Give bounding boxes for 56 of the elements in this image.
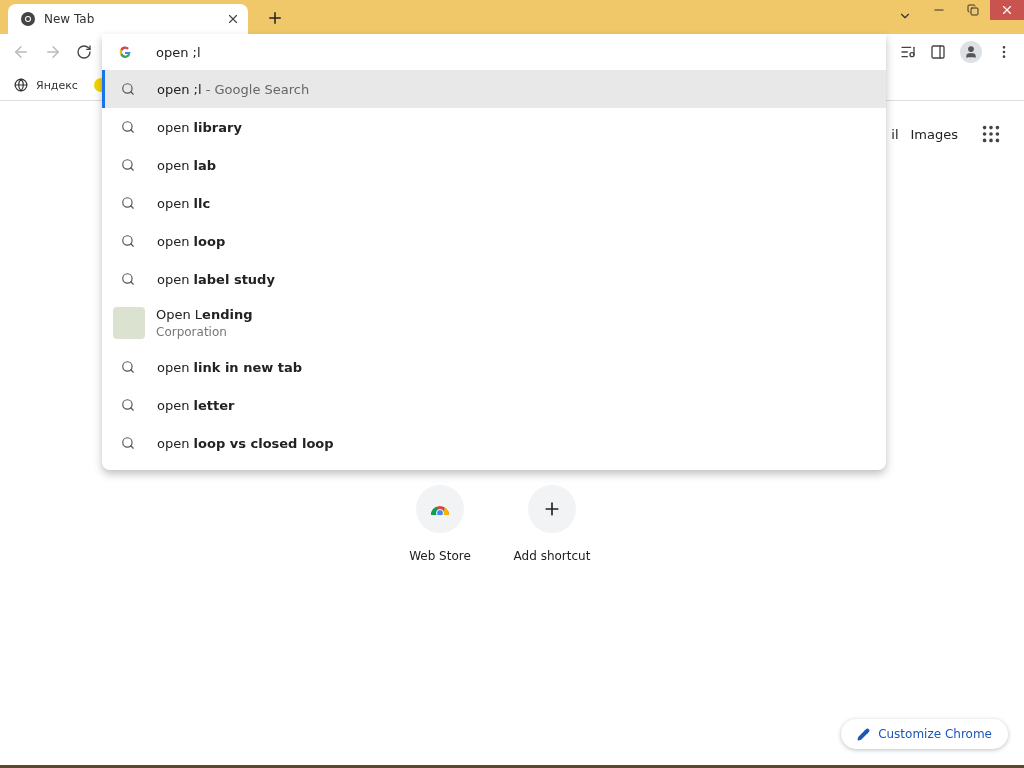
suggestion-text: open lab	[157, 157, 217, 173]
close-icon[interactable]	[990, 0, 1024, 20]
suggestion-item[interactable]: open letter	[102, 386, 886, 424]
tab-title: New Tab	[44, 12, 96, 26]
header-link[interactable]: il	[891, 126, 899, 142]
search-icon	[121, 398, 135, 412]
customize-chrome-button[interactable]: Customize Chrome	[841, 719, 1008, 749]
suggestion-suffix: - Google Search	[204, 81, 310, 97]
suggestion-text: Open Lending	[156, 307, 253, 322]
search-icon	[121, 360, 135, 374]
suggestion-item[interactable]: Open Lending Corporation	[102, 298, 886, 348]
header-link[interactable]: Images	[910, 126, 958, 142]
suggestion-item[interactable]: open library	[102, 108, 886, 146]
suggestion-text: open library	[157, 119, 242, 135]
reload-icon[interactable]	[76, 44, 92, 60]
suggestion-text: open llc	[157, 195, 211, 211]
chrome-logo-icon	[20, 11, 36, 27]
suggestion-text: open label study	[157, 271, 275, 287]
entity-thumbnail	[113, 307, 145, 339]
side-panel-icon[interactable]	[930, 44, 946, 60]
profile-icon[interactable]	[960, 41, 982, 63]
search-icon	[121, 120, 135, 134]
apps-grid-icon[interactable]	[980, 123, 1002, 145]
suggestion-text: open letter	[157, 397, 235, 413]
suggestion-item[interactable]: open loop	[102, 222, 886, 260]
globe-icon	[14, 78, 28, 92]
new-tab-icon[interactable]	[266, 9, 284, 27]
suggestion-item[interactable]: open label study	[102, 260, 886, 298]
bookmark[interactable]: Яндекс	[14, 78, 78, 92]
suggestion-subtitle: Corporation	[156, 325, 228, 339]
suggestion-text: open loop	[157, 233, 226, 249]
shortcut-tile[interactable]	[528, 485, 576, 533]
suggestion-text: open link in new tab	[157, 359, 303, 375]
search-icon	[121, 196, 135, 210]
search-icon	[121, 234, 135, 248]
suggestion-item[interactable]: open ;l - Google Search	[102, 70, 886, 108]
address-field[interactable]: open ;l	[154, 43, 886, 61]
shortcut-label: Add shortcut	[513, 549, 591, 563]
search-icon	[121, 158, 135, 172]
suggestion-text: open ;l	[157, 81, 202, 97]
shortcut-tile[interactable]	[416, 485, 464, 533]
suggestion-item[interactable]: open link in new tab	[102, 348, 886, 386]
search-icon	[121, 82, 135, 96]
suggestion-item[interactable]: open lab	[102, 146, 886, 184]
browser-tab[interactable]: New Tab	[8, 4, 248, 34]
playlist-icon[interactable]	[900, 44, 916, 60]
search-icon	[121, 436, 135, 450]
suggestion-item[interactable]: open llc	[102, 184, 886, 222]
suggestion-text: open loop vs closed loop	[157, 435, 334, 451]
search-icon	[121, 272, 135, 286]
shortcut-label: Web Store	[409, 549, 471, 563]
web-store-icon	[430, 503, 450, 515]
close-icon[interactable]	[226, 12, 240, 26]
google-logo-icon	[118, 45, 132, 59]
suggestion-item[interactable]: open loop vs closed loop	[102, 424, 886, 462]
pencil-icon	[857, 727, 871, 741]
